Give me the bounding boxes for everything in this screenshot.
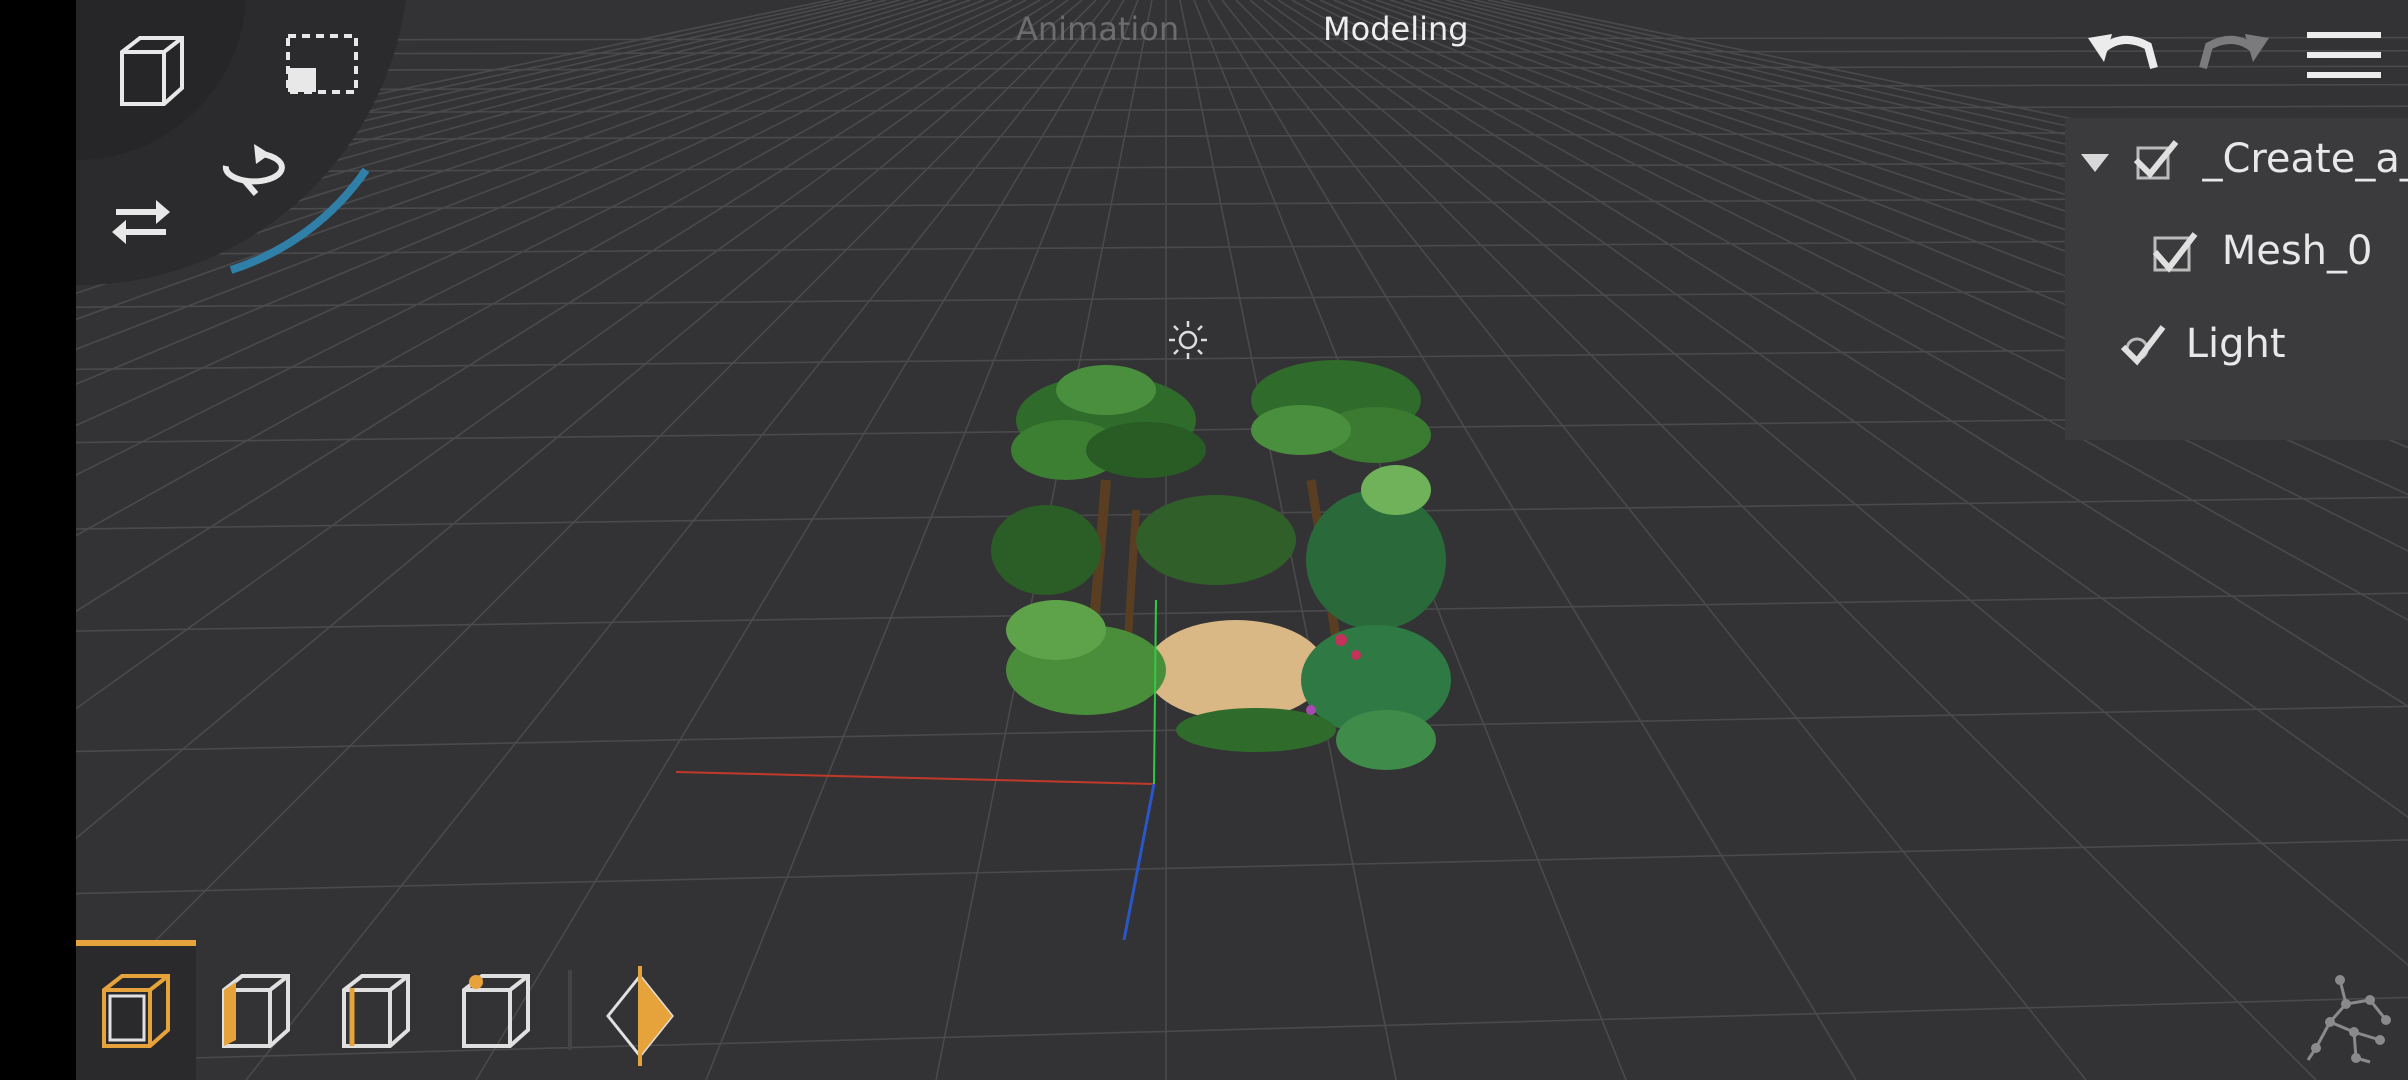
outliner-label-create: _Create_a_s — [2202, 136, 2408, 182]
toolbar-divider — [568, 970, 572, 1050]
sun-light-icon[interactable] — [1166, 318, 1210, 362]
selection-mode-toolbar — [76, 940, 686, 1080]
selection-rect-icon[interactable] — [282, 30, 362, 100]
outliner-label-light: Light — [2185, 321, 2286, 367]
z-axis-line — [1122, 783, 1156, 941]
axis-gizmo — [675, 599, 1157, 941]
object-visibility-checkbox-icon[interactable] — [2130, 136, 2180, 186]
y-axis-line — [1153, 599, 1157, 785]
light-visibility-checkbox-icon[interactable] — [2117, 321, 2167, 371]
tab-animation[interactable]: Animation — [1016, 10, 1179, 48]
rotate-icon[interactable] — [216, 140, 296, 200]
face-mode-icon[interactable] — [210, 966, 300, 1056]
tab-modeling[interactable]: Modeling — [1323, 10, 1469, 48]
undo-icon[interactable] — [2082, 28, 2162, 78]
outliner-row-light[interactable]: Light — [2117, 321, 2286, 371]
3d-viewport[interactable] — [76, 0, 2408, 1080]
mesh-visibility-checkbox-icon[interactable] — [2149, 228, 2199, 278]
armature-icon[interactable] — [2300, 970, 2396, 1066]
expand-triangle-icon[interactable] — [2077, 146, 2113, 176]
view-gizmo-panel — [76, 0, 406, 285]
outliner-label-mesh: Mesh_0 — [2221, 228, 2373, 274]
edge-mode-icon[interactable] — [330, 966, 420, 1056]
object-mode-icon[interactable] — [90, 966, 180, 1056]
outliner-row-mesh[interactable]: Mesh_0 — [2149, 228, 2372, 278]
cube-view-icon[interactable] — [110, 30, 190, 110]
redo-icon[interactable] — [2195, 28, 2275, 78]
swap-icon[interactable] — [106, 196, 176, 246]
keyframe-icon[interactable] — [600, 966, 680, 1066]
outliner-panel: _Create_a_s Mesh_0 Light — [2065, 118, 2408, 440]
x-axis-line — [675, 771, 1155, 785]
outliner-row-create[interactable]: _Create_a_s — [2077, 136, 2408, 186]
left-black-bar — [0, 0, 76, 1080]
vertex-mode-icon[interactable] — [450, 966, 540, 1056]
menu-icon[interactable] — [2305, 28, 2383, 82]
